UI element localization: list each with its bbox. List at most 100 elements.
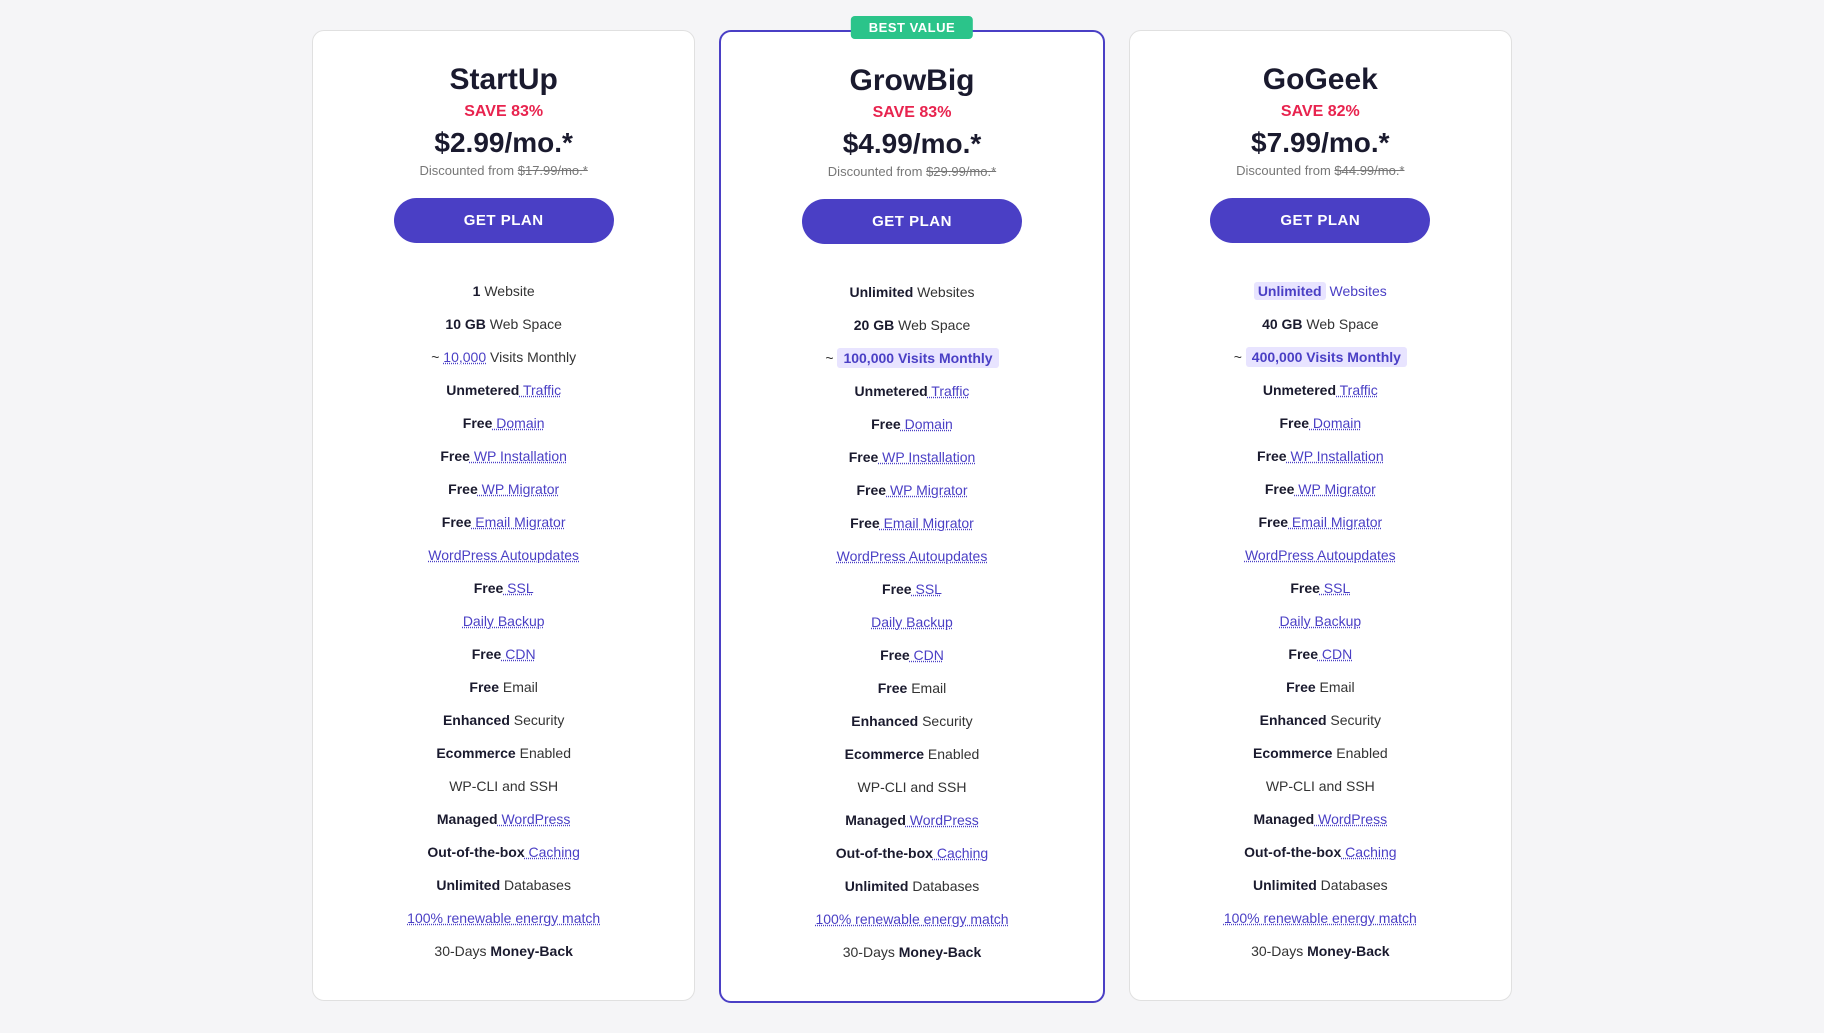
plan-card-gogeek: GoGeekSAVE 82%$7.99/mo.*Discounted from … bbox=[1129, 30, 1512, 1001]
feature-text: Security bbox=[1327, 712, 1381, 728]
pricing-plans-container: StartUpSAVE 83%$2.99/mo.*Discounted from… bbox=[312, 30, 1512, 1003]
plan-save-gogeek: SAVE 82% bbox=[1158, 103, 1483, 121]
feature-item: Free Email Migrator bbox=[1158, 506, 1483, 539]
feature-link: WP Migrator bbox=[1294, 481, 1375, 497]
feature-item: Out-of-the-box Caching bbox=[1158, 836, 1483, 869]
feature-link: Domain bbox=[1309, 415, 1361, 431]
feature-bold: Out-of-the-box bbox=[427, 844, 524, 860]
features-list-growbig: Unlimited Websites20 GB Web Space~ 100,0… bbox=[749, 276, 1074, 969]
feature-item: Free CDN bbox=[1158, 638, 1483, 671]
feature-item: Free WP Migrator bbox=[1158, 473, 1483, 506]
feature-bold: 10 GB bbox=[445, 316, 485, 332]
feature-item: WordPress Autoupdates bbox=[749, 540, 1074, 573]
feature-item: Managed WordPress bbox=[749, 804, 1074, 837]
feature-item: Ecommerce Enabled bbox=[749, 738, 1074, 771]
feature-bold: Free bbox=[463, 415, 493, 431]
feature-bold: Unlimited bbox=[849, 284, 913, 300]
feature-item: ~ 400,000 Visits Monthly bbox=[1158, 341, 1483, 374]
feature-bold: Free bbox=[442, 514, 472, 530]
features-list-gogeek: Unlimited Websites 40 GB Web Space ~ 400,0… bbox=[1158, 275, 1483, 968]
feature-link: 100% renewable energy match bbox=[815, 911, 1008, 927]
feature-text: Website bbox=[480, 283, 534, 299]
feature-item: 30-Days Money-Back bbox=[1158, 935, 1483, 968]
feature-text: Web Space bbox=[1303, 316, 1379, 332]
feature-text: Databases bbox=[1317, 877, 1388, 893]
features-list-startup: 1 Website10 GB Web Space~ 10,000 Visits … bbox=[341, 275, 666, 968]
feature-item: Unmetered Traffic bbox=[341, 374, 666, 407]
feature-text: ~ bbox=[825, 350, 837, 366]
feature-item: 30-Days Money-Back bbox=[341, 935, 666, 968]
feature-bold: Out-of-the-box bbox=[836, 845, 933, 861]
feature-item: 10 GB Web Space bbox=[341, 308, 666, 341]
feature-text: Email bbox=[1316, 679, 1355, 695]
feature-item: 1 Website bbox=[341, 275, 666, 308]
best-value-badge: BEST VALUE bbox=[851, 16, 973, 39]
feature-bold: Free bbox=[474, 580, 504, 596]
feature-bold: 40 GB bbox=[1262, 316, 1302, 332]
feature-text: ~ bbox=[1234, 349, 1246, 365]
feature-text: Databases bbox=[500, 877, 571, 893]
feature-link: Caching bbox=[933, 845, 988, 861]
feature-item: WordPress Autoupdates bbox=[1158, 539, 1483, 572]
feature-item: Free Email bbox=[1158, 671, 1483, 704]
feature-item: Out-of-the-box Caching bbox=[749, 837, 1074, 870]
feature-item: Enhanced Security bbox=[1158, 704, 1483, 737]
get-plan-button-startup[interactable]: GET PLAN bbox=[394, 198, 614, 243]
feature-text: Web Space bbox=[894, 317, 970, 333]
feature-bold: Ecommerce bbox=[436, 745, 515, 761]
feature-bold: Free bbox=[1265, 481, 1295, 497]
get-plan-button-growbig[interactable]: GET PLAN bbox=[802, 199, 1022, 244]
feature-link: WordPress bbox=[1314, 811, 1387, 827]
feature-text: Databases bbox=[908, 878, 979, 894]
feature-bold: Free bbox=[882, 581, 912, 597]
plan-original-startup: Discounted from $17.99/mo.* bbox=[341, 163, 666, 178]
feature-bold: Money-Back bbox=[487, 943, 573, 959]
feature-item: Daily Backup bbox=[1158, 605, 1483, 638]
feature-item: Ecommerce Enabled bbox=[341, 737, 666, 770]
feature-link: Domain bbox=[901, 416, 953, 432]
feature-text: Email bbox=[907, 680, 946, 696]
feature-link: WordPress Autoupdates bbox=[837, 548, 988, 564]
feature-bold: 20 GB bbox=[854, 317, 894, 333]
feature-item: Out-of-the-box Caching bbox=[341, 836, 666, 869]
feature-link: 100% renewable energy match bbox=[1224, 910, 1417, 926]
feature-link: SSL bbox=[503, 580, 533, 596]
feature-item: Daily Backup bbox=[749, 606, 1074, 639]
feature-text: Email bbox=[499, 679, 538, 695]
feature-bold: Free bbox=[472, 646, 502, 662]
feature-text: 30-Days bbox=[843, 944, 895, 960]
feature-text: ~ bbox=[431, 349, 443, 365]
feature-item: Free Domain bbox=[341, 407, 666, 440]
plan-card-growbig: BEST VALUEGrowBigSAVE 83%$4.99/mo.*Disco… bbox=[719, 30, 1104, 1003]
feature-item: Free WP Installation bbox=[749, 441, 1074, 474]
feature-item: 20 GB Web Space bbox=[749, 309, 1074, 342]
feature-link: Email Migrator bbox=[880, 515, 974, 531]
feature-purple-highlight: Unlimited bbox=[1254, 282, 1326, 300]
plan-name-gogeek: GoGeek bbox=[1158, 63, 1483, 97]
feature-purple-text: Websites bbox=[1326, 283, 1387, 299]
feature-text: Websites bbox=[913, 284, 974, 300]
plan-save-startup: SAVE 83% bbox=[341, 103, 666, 121]
feature-item: Free CDN bbox=[749, 639, 1074, 672]
get-plan-button-gogeek[interactable]: GET PLAN bbox=[1210, 198, 1430, 243]
plan-name-growbig: GrowBig bbox=[749, 64, 1074, 98]
feature-link: WP Installation bbox=[878, 449, 975, 465]
feature-item: Free WP Installation bbox=[341, 440, 666, 473]
feature-bold: Managed bbox=[1254, 811, 1315, 827]
feature-bold: Free bbox=[880, 647, 910, 663]
feature-item: Free Email Migrator bbox=[749, 507, 1074, 540]
feature-bold: Enhanced bbox=[1260, 712, 1327, 728]
plan-save-growbig: SAVE 83% bbox=[749, 104, 1074, 122]
feature-item: Free WP Installation bbox=[1158, 440, 1483, 473]
feature-link: Traffic bbox=[1336, 382, 1378, 398]
feature-text: 30-Days bbox=[1251, 943, 1303, 959]
feature-link: WordPress Autoupdates bbox=[1245, 547, 1396, 563]
feature-text: Visits Monthly bbox=[486, 349, 576, 365]
feature-item: Free Email Migrator bbox=[341, 506, 666, 539]
feature-link: WordPress bbox=[906, 812, 979, 828]
feature-text: Security bbox=[510, 712, 564, 728]
feature-item: WP-CLI and SSH bbox=[1158, 770, 1483, 803]
feature-item: Free SSL bbox=[749, 573, 1074, 606]
feature-bold: Free bbox=[469, 679, 499, 695]
feature-text: Enabled bbox=[1332, 745, 1387, 761]
